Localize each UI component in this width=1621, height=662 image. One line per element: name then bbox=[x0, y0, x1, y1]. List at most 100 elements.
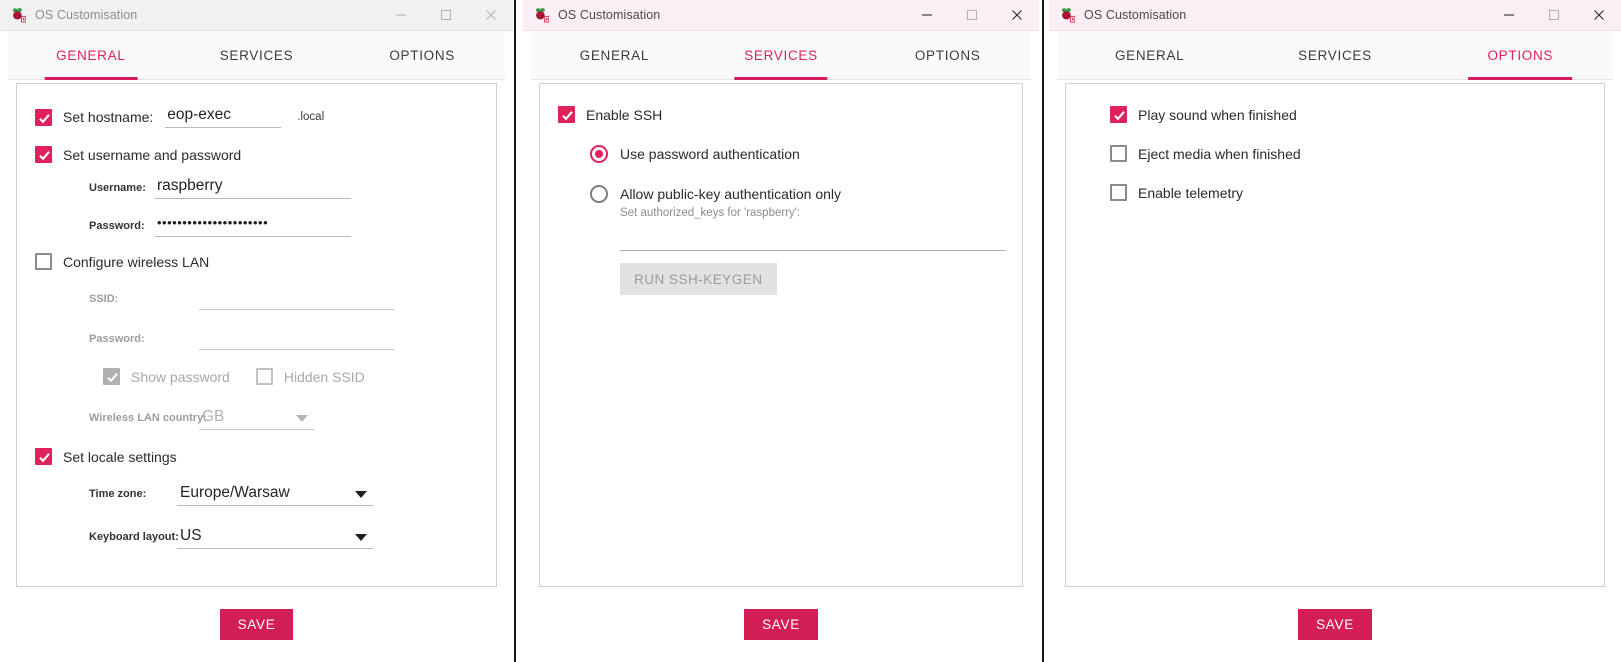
row-username: Username: bbox=[89, 177, 478, 199]
panel-services: Enable SSH Use password authentication A… bbox=[539, 83, 1023, 587]
maximize-icon[interactable] bbox=[949, 0, 994, 30]
close-icon[interactable] bbox=[468, 0, 513, 30]
close-icon[interactable] bbox=[1576, 0, 1621, 30]
set-hostname-checkbox[interactable] bbox=[35, 108, 52, 126]
keyboard-layout-select[interactable]: US bbox=[177, 524, 373, 549]
row-eject-media: Eject media when finished bbox=[1110, 145, 1586, 162]
desktop: OS Customisation GENERAL SERVICES OPTION… bbox=[0, 0, 1621, 662]
titlebar-options[interactable]: OS Customisation bbox=[1049, 0, 1621, 31]
row-publickey-auth: Allow public-key authentication only bbox=[590, 185, 1004, 203]
window-separator bbox=[1042, 0, 1044, 662]
titlebar-services[interactable]: OS Customisation bbox=[523, 0, 1039, 31]
publickey-auth-radio[interactable] bbox=[590, 185, 608, 203]
footer-services: SAVE bbox=[523, 587, 1039, 662]
tab-general[interactable]: GENERAL bbox=[531, 31, 698, 79]
play-sound-checkbox[interactable] bbox=[1110, 106, 1127, 123]
eject-media-label: Eject media when finished bbox=[1138, 145, 1301, 162]
footer-options: SAVE bbox=[1049, 587, 1621, 662]
enable-telemetry-label: Enable telemetry bbox=[1138, 184, 1244, 201]
row-timezone: Time zone: Europe/Warsaw bbox=[89, 481, 478, 506]
tab-options[interactable]: OPTIONS bbox=[339, 31, 505, 79]
chevron-down-icon bbox=[355, 534, 367, 541]
save-button[interactable]: SAVE bbox=[1298, 609, 1372, 640]
save-button[interactable]: SAVE bbox=[744, 609, 818, 640]
window-title: OS Customisation bbox=[1084, 8, 1187, 22]
authorized-keys-hint: Set authorized_keys for 'raspberry': bbox=[620, 207, 801, 219]
tab-services[interactable]: SERVICES bbox=[1242, 31, 1427, 79]
password-input[interactable]: •••••••••••••••••••••• bbox=[155, 215, 351, 237]
authorized-keys-input[interactable] bbox=[620, 229, 1006, 251]
keyboard-layout-label: Keyboard layout: bbox=[89, 530, 179, 543]
row-play-sound: Play sound when finished bbox=[1110, 106, 1586, 123]
titlebar-general[interactable]: OS Customisation bbox=[0, 0, 513, 31]
wifi-password-input[interactable] bbox=[199, 328, 394, 350]
ssid-input[interactable] bbox=[199, 288, 394, 310]
row-ssid: SSID: bbox=[89, 288, 478, 310]
authorized-keys-field[interactable] bbox=[620, 229, 1006, 251]
save-button[interactable]: SAVE bbox=[219, 609, 294, 640]
row-enable-telemetry: Enable telemetry bbox=[1110, 184, 1586, 201]
publickey-auth-label: Allow public-key authentication only bbox=[620, 186, 842, 202]
window-title: OS Customisation bbox=[558, 8, 661, 22]
eject-media-checkbox[interactable] bbox=[1110, 145, 1127, 162]
tabbar-options-window: GENERAL SERVICES OPTIONS bbox=[1057, 31, 1613, 80]
panel-general: Set hostname: .local Set username and pa… bbox=[16, 83, 497, 587]
wireless-country-value: GB bbox=[202, 408, 225, 425]
timezone-value: Europe/Warsaw bbox=[180, 484, 290, 501]
window-separator bbox=[514, 0, 516, 662]
window-options: OS Customisation GENERAL SERVICES OPTION… bbox=[1049, 0, 1621, 662]
row-password-auth: Use password authentication bbox=[590, 145, 1004, 163]
chevron-down-icon bbox=[296, 415, 308, 422]
configure-wireless-lan-checkbox[interactable] bbox=[35, 253, 52, 270]
window-general: OS Customisation GENERAL SERVICES OPTION… bbox=[0, 0, 513, 662]
raspberry-icon bbox=[533, 7, 549, 23]
show-password-checkbox[interactable] bbox=[103, 368, 120, 385]
username-input[interactable] bbox=[155, 177, 351, 199]
row-configure-wireless-lan: Configure wireless LAN bbox=[35, 253, 478, 270]
tab-services[interactable]: SERVICES bbox=[174, 31, 340, 79]
tab-services[interactable]: SERVICES bbox=[698, 31, 865, 79]
password-label: Password: bbox=[89, 220, 145, 232]
ssid-label: SSID: bbox=[89, 293, 119, 305]
raspberry-icon bbox=[1059, 7, 1075, 23]
configure-wireless-lan-label: Configure wireless LAN bbox=[63, 253, 210, 270]
username-label: Username: bbox=[89, 182, 146, 194]
row-set-hostname: Set hostname: .local bbox=[35, 106, 478, 128]
tab-options[interactable]: OPTIONS bbox=[1428, 31, 1613, 79]
tabbar-services-window: GENERAL SERVICES OPTIONS bbox=[531, 31, 1031, 80]
window-title: OS Customisation bbox=[35, 8, 138, 22]
row-wifi-toggles: Show password Hidden SSID bbox=[103, 368, 478, 385]
enable-ssh-checkbox[interactable] bbox=[558, 106, 575, 123]
close-icon[interactable] bbox=[994, 0, 1039, 30]
window-controls bbox=[378, 0, 513, 30]
hidden-ssid-checkbox[interactable] bbox=[255, 368, 273, 385]
set-locale-settings-checkbox[interactable] bbox=[35, 448, 52, 465]
tab-general[interactable]: GENERAL bbox=[1057, 31, 1242, 79]
set-username-password-checkbox[interactable] bbox=[35, 146, 52, 163]
row-set-locale-settings: Set locale settings bbox=[35, 448, 478, 465]
timezone-select[interactable]: Europe/Warsaw bbox=[177, 481, 373, 506]
maximize-icon[interactable] bbox=[1531, 0, 1576, 30]
tabbar-general-window: GENERAL SERVICES OPTIONS bbox=[8, 31, 505, 80]
maximize-icon[interactable] bbox=[423, 0, 468, 30]
run-ssh-keygen-wrapper: RUN SSH-KEYGEN bbox=[620, 263, 1004, 295]
run-ssh-keygen-button[interactable]: RUN SSH-KEYGEN bbox=[620, 263, 777, 295]
wireless-country-select[interactable]: GB bbox=[199, 405, 314, 430]
hostname-input[interactable] bbox=[165, 106, 282, 128]
wireless-country-label: Wireless LAN country: bbox=[89, 411, 207, 424]
row-keyboard-layout: Keyboard layout: US bbox=[89, 524, 478, 549]
minimize-icon[interactable] bbox=[1486, 0, 1531, 30]
window-controls bbox=[904, 0, 1039, 30]
password-auth-radio[interactable] bbox=[590, 145, 608, 163]
minimize-icon[interactable] bbox=[904, 0, 949, 30]
chevron-down-icon bbox=[355, 491, 367, 498]
row-wireless-country: Wireless LAN country: GB bbox=[89, 405, 478, 430]
tab-options[interactable]: OPTIONS bbox=[864, 31, 1031, 79]
row-set-username-password: Set username and password bbox=[35, 146, 478, 163]
keyboard-layout-value: US bbox=[180, 527, 202, 544]
enable-telemetry-checkbox[interactable] bbox=[1110, 184, 1127, 201]
tab-general[interactable]: GENERAL bbox=[8, 31, 174, 79]
window-services: OS Customisation GENERAL SERVICES OPTION… bbox=[523, 0, 1039, 662]
window-controls bbox=[1486, 0, 1621, 30]
minimize-icon[interactable] bbox=[378, 0, 423, 30]
